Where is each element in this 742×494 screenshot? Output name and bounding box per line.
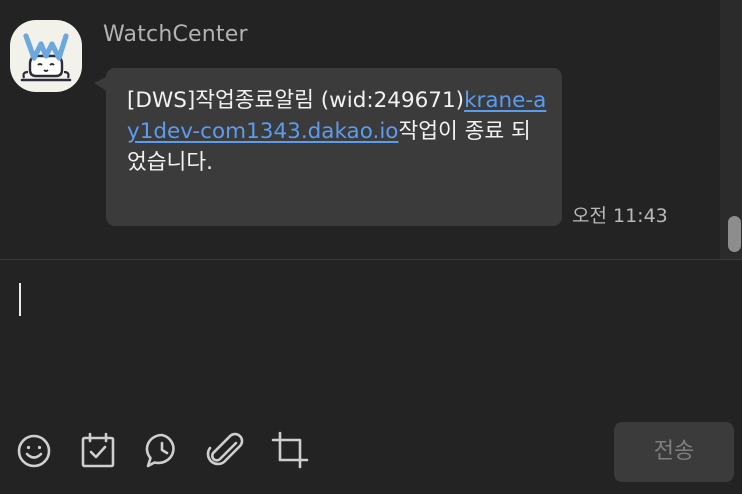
sender-name: WatchCenter: [103, 22, 248, 47]
send-button[interactable]: 전송: [614, 422, 734, 482]
crop-icon[interactable]: [270, 430, 310, 470]
speech-bubble-icon[interactable]: [142, 430, 182, 470]
message-text: [DWS]작업종료알림 (wid:249671): [127, 88, 465, 113]
watchcenter-logo-icon: [20, 33, 72, 82]
emoji-icon[interactable]: [14, 430, 54, 470]
message-timestamp: 오전 11:43: [572, 205, 668, 227]
chat-history: WatchCenter [DWS]작업종료알림 (wid:249671)kran…: [0, 0, 742, 259]
message-bubble: [DWS]작업종료알림 (wid:249671)krane-ay1dev-com…: [106, 68, 562, 226]
sender-avatar[interactable]: [10, 20, 82, 92]
paperclip-icon[interactable]: [206, 430, 246, 470]
message-input[interactable]: [14, 278, 718, 402]
text-caret: [19, 283, 21, 316]
scrollbar-thumb[interactable]: [728, 216, 741, 252]
calendar-check-icon[interactable]: [78, 430, 118, 470]
